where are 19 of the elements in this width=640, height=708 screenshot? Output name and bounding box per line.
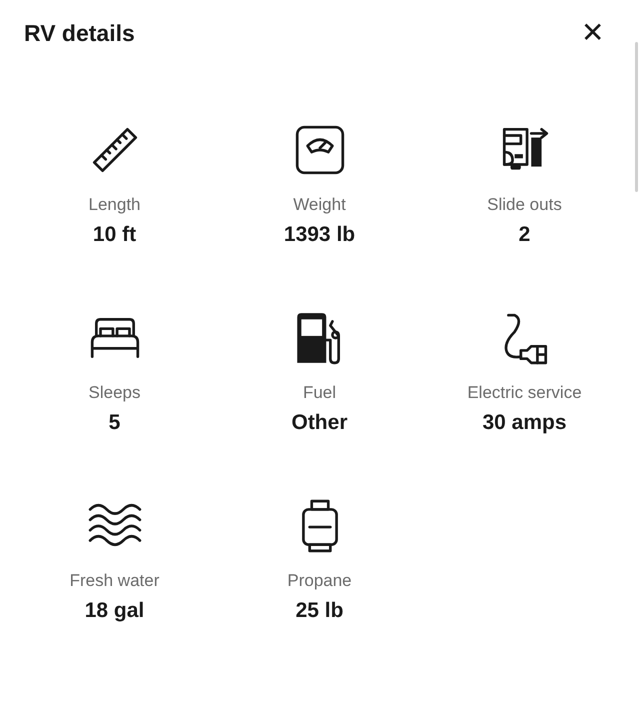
detail-label: Propane [287,570,352,592]
detail-label: Length [88,194,140,216]
detail-label: Fresh water [70,570,160,592]
detail-value: Other [291,410,348,436]
detail-value: 25 lb [296,598,344,624]
dialog-title: RV details [24,19,135,48]
detail-label: Slide outs [487,194,562,216]
detail-label: Weight [293,194,346,216]
scrollbar-thumb[interactable] [635,42,638,192]
detail-value: 1393 lb [284,222,356,248]
detail-label: Sleeps [88,382,140,404]
detail-value: 5 [108,410,120,436]
detail-value: 2 [518,222,530,248]
detail-value: 10 ft [92,222,136,248]
detail-value: 30 amps [482,410,567,436]
detail-label: Electric service [467,382,582,404]
detail-value: 18 gal [84,598,144,624]
close-button[interactable]: ✕ [581,19,604,48]
detail-label: Fuel [302,382,336,404]
